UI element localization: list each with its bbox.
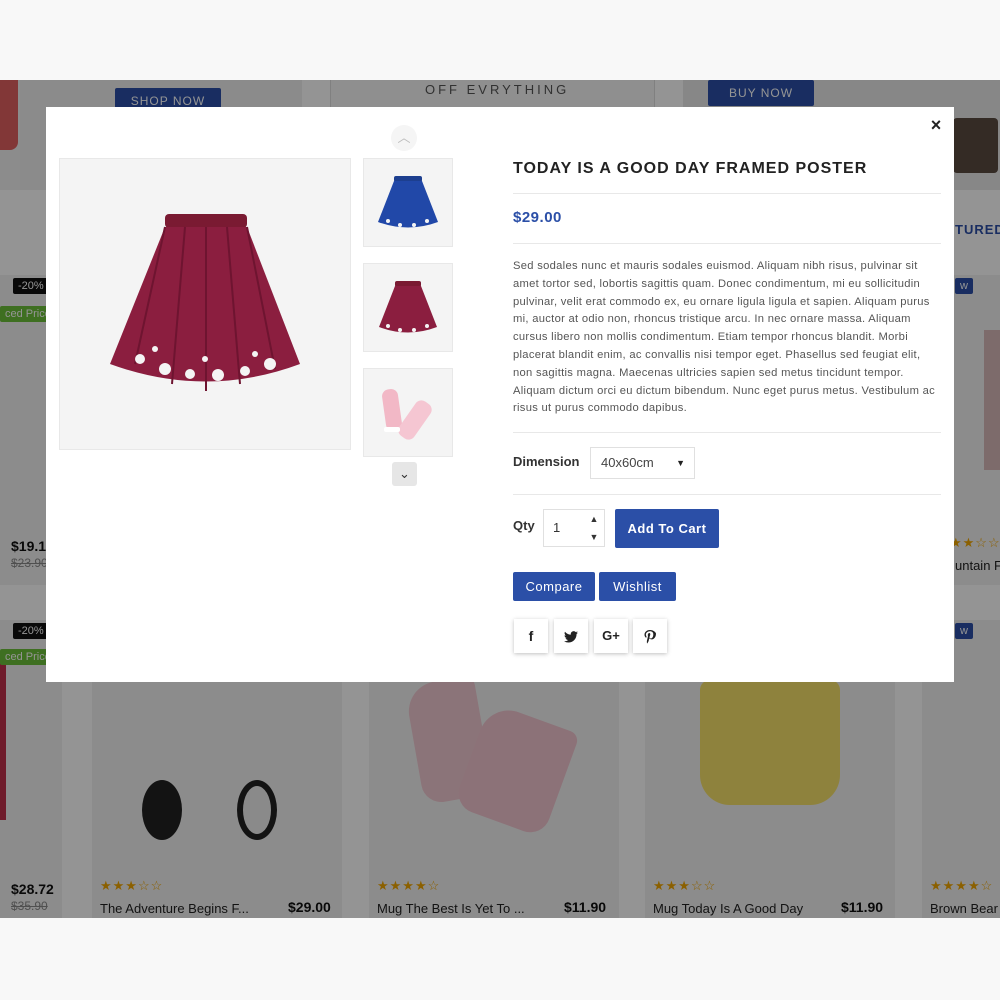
thumbnail-scroll-down-icon[interactable]: ⌄ <box>392 462 417 486</box>
facebook-icon[interactable]: f <box>514 619 548 653</box>
twitter-icon[interactable] <box>554 619 588 653</box>
google-plus-icon[interactable]: G+ <box>594 619 628 653</box>
pinterest-icon[interactable] <box>633 619 667 653</box>
thumbnail-red-skirt[interactable] <box>363 263 453 352</box>
qty-value[interactable]: 1 <box>553 520 560 535</box>
twitter-bird-shape <box>564 631 578 643</box>
dimension-label: Dimension <box>513 454 580 469</box>
caret-down-icon: ▼ <box>676 458 685 468</box>
thumbnail-blue-skirt[interactable] <box>363 158 453 247</box>
divider <box>513 193 941 194</box>
divider <box>513 494 941 495</box>
close-icon[interactable]: × <box>926 115 946 135</box>
product-main-image[interactable] <box>59 158 351 450</box>
qty-label: Qty <box>513 518 535 533</box>
qty-increment-icon[interactable]: ▲ <box>584 510 604 528</box>
thumbnail-scroll-up-icon[interactable]: ︿ <box>391 125 417 151</box>
divider <box>513 432 941 433</box>
pink-sneakers-image <box>382 388 432 440</box>
pinterest-p-shape <box>644 629 656 644</box>
divider <box>513 243 941 244</box>
add-to-cart-button[interactable]: Add To Cart <box>615 509 719 548</box>
product-price: $29.00 <box>513 209 562 226</box>
thumbnail-pink-sneakers[interactable] <box>363 368 453 457</box>
red-skirt-image <box>110 214 300 391</box>
quick-view-modal: × ︿ ⌄ TODAY IS A GOOD DAY FRAMED POSTER … <box>46 107 954 682</box>
qty-input[interactable]: 1 ▲ ▼ <box>543 509 605 547</box>
compare-button[interactable]: Compare <box>513 572 595 601</box>
dimension-value: 40x60cm <box>601 455 654 470</box>
dimension-select[interactable]: 40x60cm ▼ <box>590 447 695 479</box>
product-title: TODAY IS A GOOD DAY FRAMED POSTER <box>513 160 868 177</box>
blue-skirt-image <box>378 176 438 228</box>
qty-decrement-icon[interactable]: ▼ <box>584 528 604 546</box>
product-description: Sed sodales nunc et mauris sodales euism… <box>513 260 936 415</box>
red-skirt-thumb-image <box>379 281 437 333</box>
wishlist-button[interactable]: Wishlist <box>599 572 676 601</box>
